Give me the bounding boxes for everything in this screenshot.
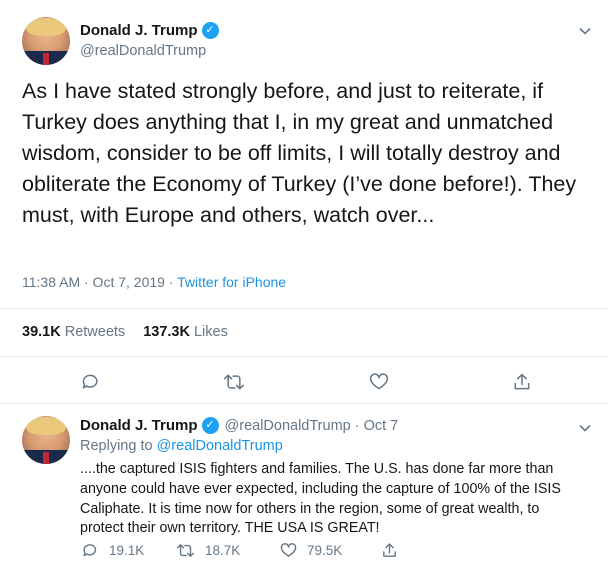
retweets-count: 39.1K <box>22 324 61 340</box>
reply-author-handle[interactable]: @realDonaldTrump <box>225 418 351 434</box>
reply-count: 19.1K <box>109 543 145 558</box>
author-avatar[interactable] <box>22 17 70 65</box>
reply-icon[interactable] <box>79 370 103 394</box>
author-name[interactable]: Donald J. Trump <box>80 22 198 39</box>
like-count: 79.5K <box>307 543 343 558</box>
divider <box>0 308 608 309</box>
share-icon[interactable] <box>510 370 534 394</box>
reply-author-row: Donald J. Trump ✓ @realDonaldTrump · Oct… <box>80 417 398 434</box>
verified-badge-icon: ✓ <box>201 417 219 434</box>
replying-to-prefix: Replying to <box>80 438 157 454</box>
like-icon <box>280 543 297 557</box>
share-icon <box>383 543 396 557</box>
likes-label: Likes <box>193 324 228 340</box>
author-handle[interactable]: @realDonaldTrump <box>80 43 206 59</box>
divider <box>0 356 608 357</box>
retweets-label: Retweets <box>64 324 126 340</box>
retweets-stat[interactable]: 39.1K Retweets <box>22 324 125 340</box>
tweet-text: As I have stated strongly before, and ju… <box>22 79 577 227</box>
retweet-icon <box>176 544 194 557</box>
main-tweet: Donald J. Trump ✓ @realDonaldTrump As I … <box>0 0 608 403</box>
likes-stat[interactable]: 137.3K Likes <box>143 324 228 340</box>
retweet-count: 18.7K <box>205 543 241 558</box>
verified-badge-icon: ✓ <box>201 22 219 39</box>
chevron-down-icon[interactable] <box>578 24 592 41</box>
reply-share-button[interactable] <box>381 542 408 559</box>
replying-to-link[interactable]: @realDonaldTrump <box>157 438 283 454</box>
reply-icon <box>83 544 97 557</box>
tweet-source-link[interactable]: Twitter for iPhone <box>177 274 286 290</box>
reply-author-avatar[interactable] <box>22 416 70 464</box>
tweet-meta: 11:38 AM · Oct 7, 2019 · Twitter for iPh… <box>22 274 286 290</box>
tweet-timestamp[interactable]: 11:38 AM · Oct 7, 2019 · <box>22 274 177 290</box>
tweet-stats: 39.1K Retweets 137.3K Likes <box>22 324 228 340</box>
like-icon[interactable] <box>367 370 391 394</box>
chevron-down-icon[interactable] <box>578 421 592 438</box>
reply-retweet-button[interactable]: 18.7K <box>176 542 240 559</box>
reply-author-name[interactable]: Donald J. Trump <box>80 417 198 434</box>
reply-like-button[interactable]: 79.5K <box>280 542 342 559</box>
retweet-icon[interactable] <box>222 370 246 394</box>
likes-count: 137.3K <box>143 324 190 340</box>
replying-to: Replying to @realDonaldTrump <box>80 438 283 454</box>
reply-date[interactable]: · Oct 7 <box>355 418 399 434</box>
author-name-row: Donald J. Trump ✓ <box>80 22 219 39</box>
reply-tweet-text: ....the captured ISIS fighters and famil… <box>80 461 561 537</box>
reply-reply-button[interactable]: 19.1K <box>82 542 144 559</box>
reply-tweet[interactable]: Donald J. Trump ✓ @realDonaldTrump · Oct… <box>0 404 608 587</box>
